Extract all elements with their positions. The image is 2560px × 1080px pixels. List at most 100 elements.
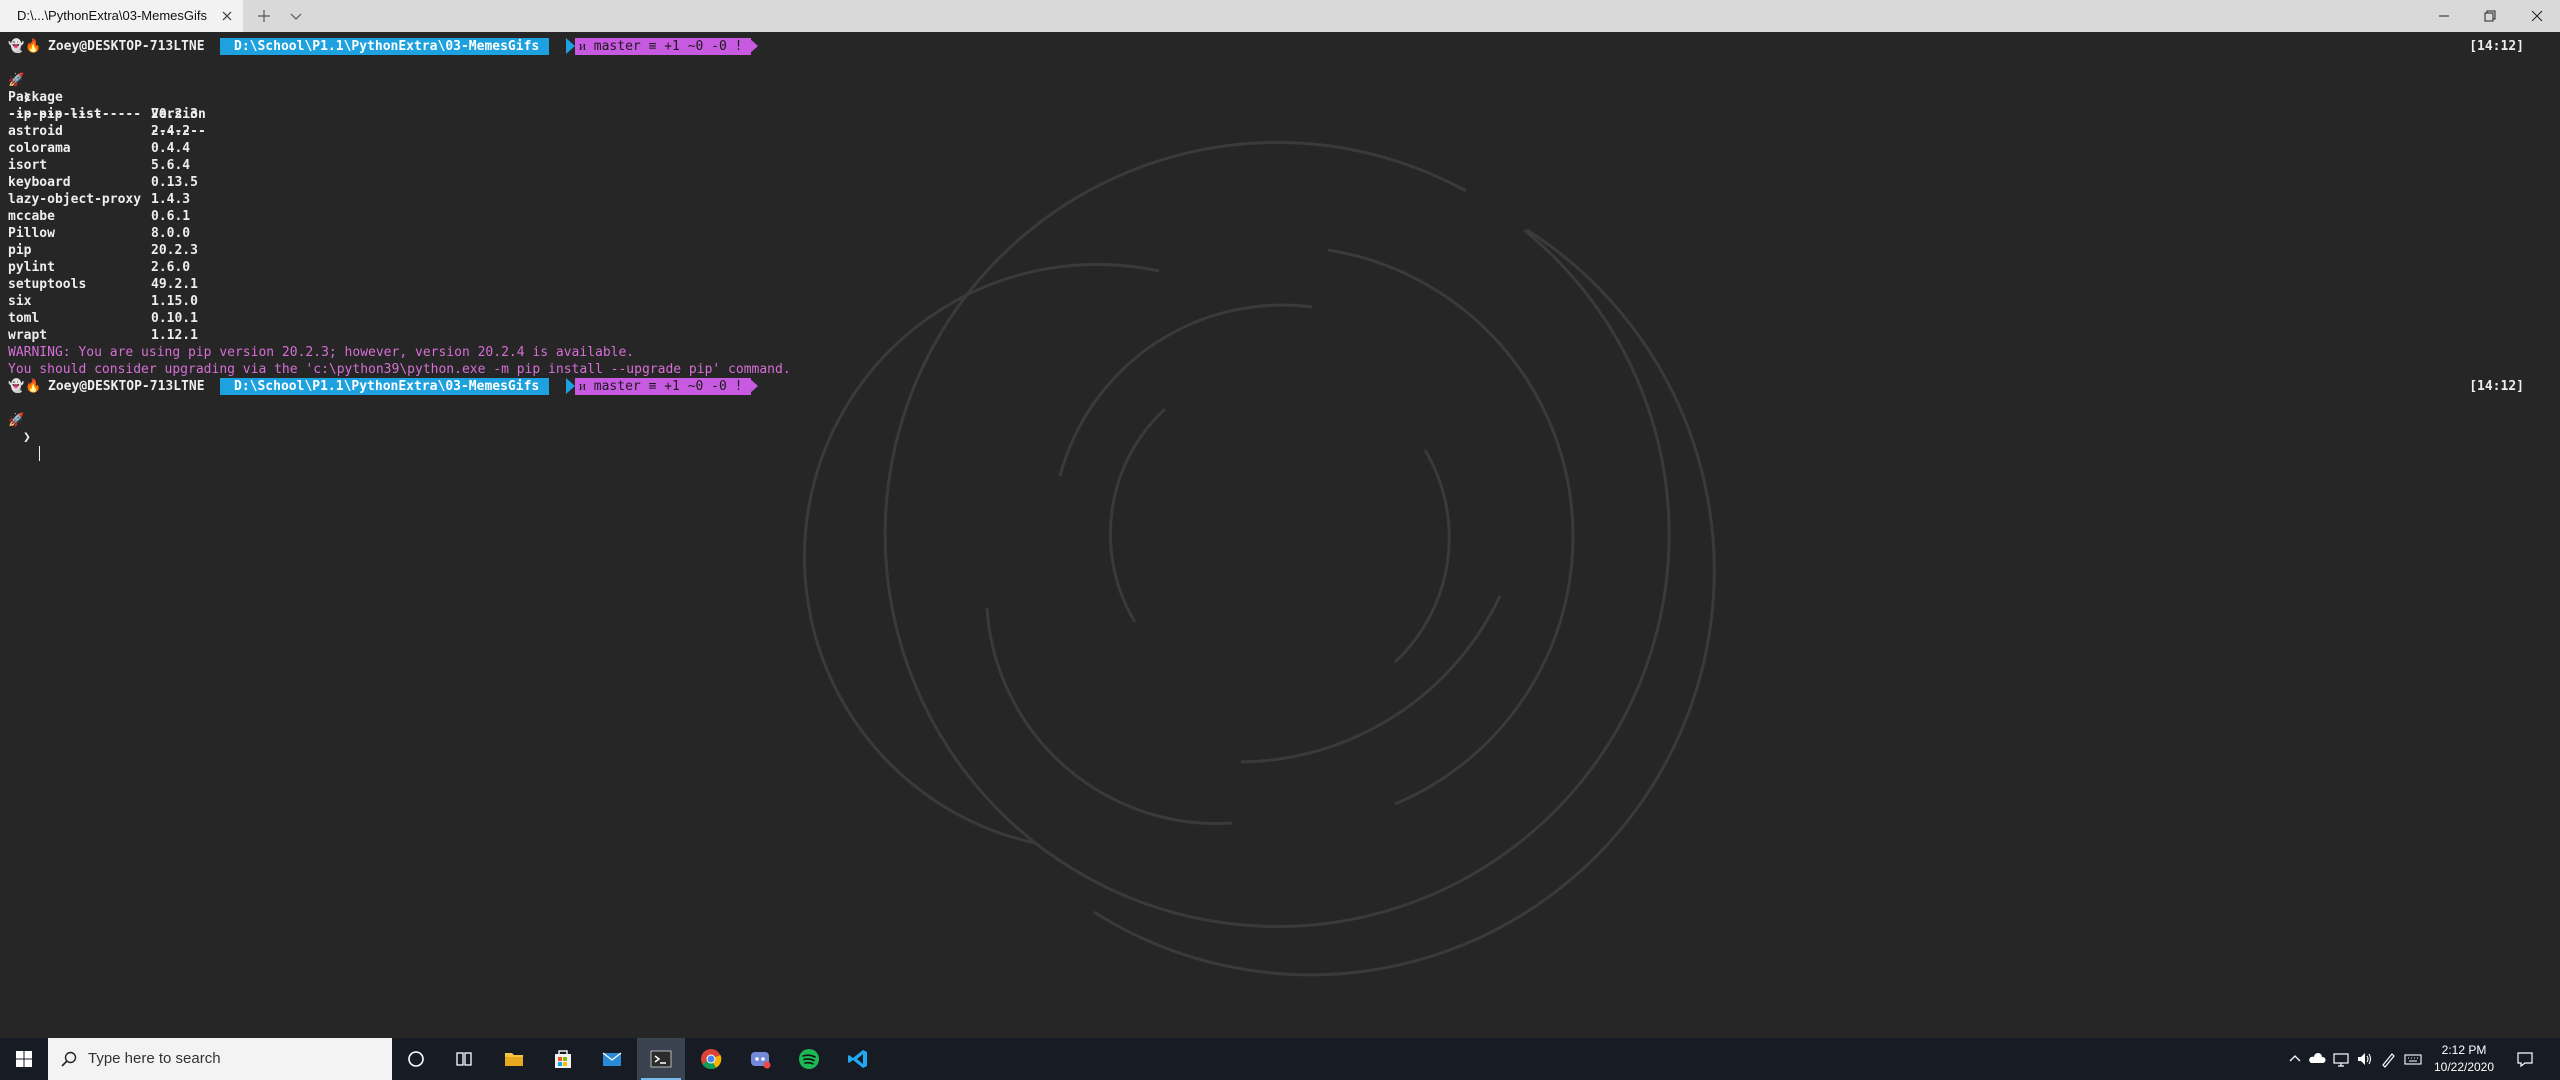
title-bar: D:\...\PythonExtra\03-MemesGifs [0, 0, 2560, 32]
taskbar-date: 10/22/2020 [2433, 1060, 2495, 1074]
fire-icon: 🔥 [25, 379, 42, 394]
prompt-path: D:\School\P1.1\PythonExtra\03-MemesGifs [220, 378, 550, 395]
package-version: 0.6.1 [151, 209, 191, 224]
new-tab-icon[interactable] [254, 6, 274, 26]
table-row: lazy-object-proxy 1.4.3 [0, 191, 400, 208]
table-row: colorama 0.4.4 [0, 140, 400, 157]
notification-icon[interactable] [2516, 1050, 2534, 1068]
package-version: 2.6.0 [151, 260, 191, 275]
prompt-line: 👻 🔥 Zoey@DESKTOP-713LTNE D:\School\P1.1\… [8, 378, 758, 395]
discord-icon[interactable] [736, 1038, 784, 1080]
terminal-pane[interactable]: 👻 🔥 Zoey@DESKTOP-713LTNE D:\School\P1.1\… [0, 32, 2560, 1038]
onedrive-icon[interactable] [2308, 1050, 2326, 1068]
prompt-time: [14:12] [2469, 379, 2524, 394]
table-row: isort 5.6.4 [0, 157, 400, 174]
table-row: pip 20.2.3 [0, 242, 400, 259]
package-version: 0.10.1 [151, 311, 198, 326]
network-icon[interactable] [2332, 1050, 2350, 1068]
start-button[interactable] [0, 1038, 48, 1080]
command-line: 🚀 ❯ pip list [8, 55, 102, 122]
prompt-symbol: ❯ [23, 430, 31, 445]
table-row: toml 0.10.1 [0, 310, 400, 327]
package-name: colorama [8, 141, 71, 156]
package-name: -ip [8, 107, 32, 122]
segment-arrow [749, 38, 758, 54]
terminal-tab[interactable]: D:\...\PythonExtra\03-MemesGifs [0, 0, 243, 32]
table-row: astroid 2.4.2 [0, 123, 400, 140]
terminal-icon[interactable] [637, 1038, 685, 1080]
vscode-icon[interactable] [834, 1038, 882, 1080]
table-row: -ip 20.2.3 [0, 106, 400, 123]
file-explorer-icon[interactable] [490, 1038, 538, 1080]
package-name: pip [8, 243, 32, 258]
chrome-icon[interactable] [687, 1038, 735, 1080]
search-icon [61, 1051, 77, 1067]
prompt-time: [14:12] [2469, 39, 2524, 54]
cortana-icon[interactable] [392, 1038, 440, 1080]
table-separator: ----------------- ------- [0, 89, 400, 139]
table-row: setuptools 49.2.1 [0, 276, 400, 293]
table-row: pylint 2.6.0 [0, 259, 400, 276]
package-name: mccabe [8, 209, 55, 224]
package-version: 5.6.4 [151, 158, 191, 173]
package-name: astroid [8, 124, 63, 139]
table-header: Package Version [0, 72, 400, 122]
prompt-path: D:\School\P1.1\PythonExtra\03-MemesGifs [220, 38, 550, 55]
package-version: 0.4.4 [151, 141, 191, 156]
task-view-icon[interactable] [440, 1038, 488, 1080]
keyboard-icon[interactable] [2404, 1050, 2422, 1068]
segment-arrow [566, 378, 575, 394]
volume-icon[interactable] [2356, 1050, 2374, 1068]
table-row: Pillow 8.0.0 [0, 225, 400, 242]
table-row: mccabe 0.6.1 [0, 208, 400, 225]
windows-icon [16, 1051, 32, 1067]
table-row: keyboard 0.13.5 [0, 174, 400, 191]
pen-ink-icon[interactable] [2380, 1050, 2398, 1068]
segment-arrow [749, 378, 758, 394]
package-name: six [8, 294, 32, 309]
warning-line: You should consider upgrading via the 'c… [8, 362, 791, 377]
input-line[interactable]: 🚀 ❯ [8, 395, 40, 461]
search-placeholder: Type here to search [88, 1050, 221, 1067]
tab-close-icon[interactable] [219, 8, 235, 24]
table-row: six 1.15.0 [0, 293, 400, 310]
package-version: 1.15.0 [151, 294, 198, 309]
taskbar-time: 2:12 PM [2441, 1043, 2487, 1057]
package-name: pylint [8, 260, 55, 275]
rocket-icon: 🚀 [8, 413, 25, 428]
package-version: 1.12.1 [151, 328, 198, 343]
package-version: 49.2.1 [151, 277, 198, 292]
restore-icon[interactable] [2467, 0, 2513, 32]
fire-icon: 🔥 [25, 39, 42, 54]
prompt-git-status: ᴎ master ≡ +1 ~0 -0 ! [575, 378, 751, 395]
warning-line: WARNING: You are using pip version 20.2.… [8, 345, 635, 360]
package-name: lazy-object-proxy [8, 192, 142, 207]
prompt-git-status: ᴎ master ≡ +1 ~0 -0 ! [575, 38, 751, 55]
package-version: 20.2.3 [151, 243, 198, 258]
package-name: wrapt [8, 328, 48, 343]
package-name: setuptools [8, 277, 87, 292]
prompt-line: 👻 🔥 Zoey@DESKTOP-713LTNE D:\School\P1.1\… [8, 38, 758, 55]
package-name: toml [8, 311, 40, 326]
package-version: 1.4.3 [151, 192, 191, 207]
taskbar-search-box[interactable]: Type here to search [48, 1038, 392, 1080]
tab-title: D:\...\PythonExtra\03-MemesGifs [17, 8, 208, 23]
taskbar: Type here to search 2:12 PM 10/22/2020 [0, 1038, 2560, 1080]
chevron-up-icon[interactable] [2286, 1050, 2304, 1068]
table-row: wrapt 1.12.1 [0, 327, 400, 344]
ghost-icon: 👻 [8, 379, 25, 394]
ghost-icon: 👻 [8, 39, 25, 54]
close-window-icon[interactable] [2514, 0, 2560, 32]
package-name: Pillow [8, 226, 55, 241]
segment-arrow [566, 38, 575, 54]
mail-icon[interactable] [588, 1038, 636, 1080]
chevron-down-icon[interactable] [288, 8, 304, 24]
spotify-icon[interactable] [785, 1038, 833, 1080]
taskbar-clock[interactable]: 2:12 PM 10/22/2020 [2426, 1042, 2502, 1076]
prompt-user-host: Zoey@DESKTOP-713LTNE [48, 379, 205, 394]
package-version: 20.2.3 [151, 107, 198, 122]
minimize-icon[interactable] [2421, 0, 2467, 32]
text-cursor [39, 446, 40, 461]
store-icon[interactable] [539, 1038, 587, 1080]
package-version: 2.4.2 [151, 124, 191, 139]
